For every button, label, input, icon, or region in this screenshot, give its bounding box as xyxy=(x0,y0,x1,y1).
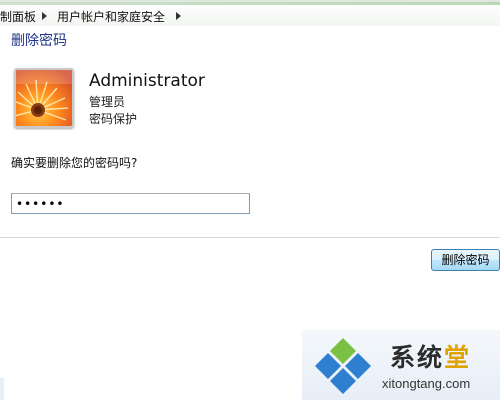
breadcrumb-item-control-panel[interactable]: 制面板 xyxy=(0,8,36,25)
divider xyxy=(0,237,500,238)
watermark-title: 系统堂 xyxy=(390,338,471,374)
confirm-question: 确实要删除您的密码吗? xyxy=(11,156,138,170)
site-watermark: 系统堂 xitongtang.com xyxy=(302,330,500,400)
windows-diamond-logo-icon xyxy=(315,338,371,394)
orange-flower-icon xyxy=(16,70,72,126)
window-top-edge xyxy=(0,2,500,5)
page-title: 删除密码 xyxy=(11,33,67,49)
window-edge-fragment xyxy=(0,378,4,400)
account-name: Administrator xyxy=(89,71,205,91)
current-password-field[interactable] xyxy=(11,193,250,214)
account-status: 密码保护 xyxy=(89,112,138,126)
watermark-url: xitongtang.com xyxy=(382,376,471,391)
breadcrumb: 制面板 用户帐户和家庭安全 xyxy=(0,0,500,26)
breadcrumb-item-user-accounts[interactable]: 用户帐户和家庭安全 xyxy=(57,8,165,25)
delete-password-button[interactable]: 删除密码 xyxy=(431,249,500,271)
watermark-title-highlight: 堂 xyxy=(444,343,472,372)
chevron-right-icon[interactable] xyxy=(42,12,47,20)
watermark-title-main: 系统 xyxy=(390,343,445,372)
user-avatar xyxy=(14,68,74,128)
account-role: 管理员 xyxy=(89,95,126,109)
control-panel-window: 制面板 用户帐户和家庭安全 删除密码 Administrator 管理员 密码保… xyxy=(0,0,500,400)
chevron-right-icon[interactable] xyxy=(176,12,181,20)
